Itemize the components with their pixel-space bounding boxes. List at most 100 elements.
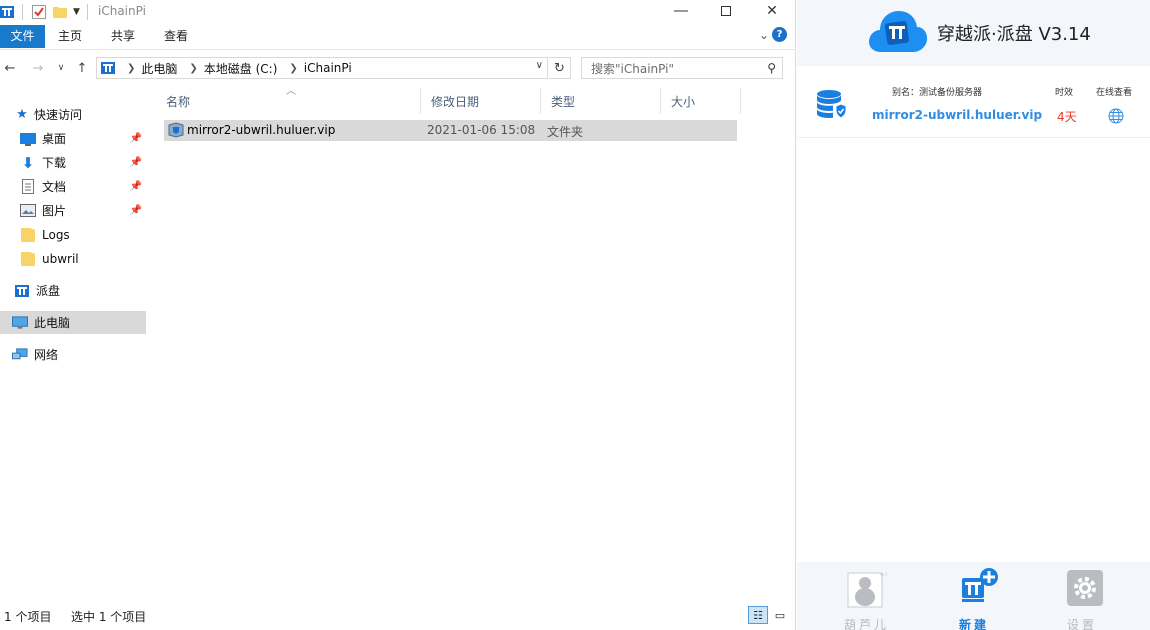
minimize-button[interactable]: ―: [658, 0, 704, 22]
column-header-modified[interactable]: 修改日期: [421, 88, 541, 114]
folder-icon: [53, 7, 67, 18]
status-item-count: 1 个项目: [4, 610, 52, 624]
details-view-icon: ☷: [753, 608, 763, 622]
pin-icon[interactable]: 📌: [130, 205, 142, 216]
breadcrumb-separator-icon: ❯: [189, 62, 198, 74]
server-name[interactable]: mirror2-ubwril.huluer.vip: [872, 108, 1042, 122]
maximize-icon: [721, 6, 731, 16]
refresh-button[interactable]: ↻: [549, 57, 571, 79]
address-dropdown-icon[interactable]: ∨: [536, 60, 543, 71]
nav-item-desktop[interactable]: 桌面 📌: [0, 127, 146, 150]
maximize-button[interactable]: [703, 0, 749, 22]
pin-icon[interactable]: 📌: [130, 133, 142, 144]
back-arrow-icon: ←: [4, 60, 16, 76]
new-folder-qat-button[interactable]: [53, 3, 67, 21]
breadcrumb-ichainpi[interactable]: iChainPi: [304, 61, 352, 75]
settings-nav-button[interactable]: 设置: [1065, 570, 1109, 630]
address-bar[interactable]: ❯ 此电脑 ❯ 本地磁盘 (C:) ❯ iChainPi ∨: [96, 57, 548, 79]
globe-icon[interactable]: [1108, 108, 1124, 124]
document-icon: [20, 179, 36, 195]
search-icon: ⚲: [767, 61, 776, 75]
picture-icon: [20, 203, 36, 219]
nav-paipan[interactable]: 派盘: [0, 279, 146, 302]
paipan-app-icon: [0, 6, 14, 18]
qat-divider: [87, 4, 88, 20]
large-icons-view-button[interactable]: ▭: [770, 606, 790, 624]
panel-bottom-nav: +® 葫芦儿 新建 设置: [797, 562, 1150, 630]
forward-button[interactable]: →: [28, 58, 48, 78]
nav-quick-access-label: 快速访问: [34, 108, 83, 122]
ribbon-tabs: 文件 主页 共享 查看 ⌄ ?: [0, 24, 796, 50]
qat-divider: [22, 4, 23, 20]
new-nav-label: 新建: [959, 618, 990, 630]
window-title: iChainPi: [98, 4, 146, 18]
gourd-icon: +®: [847, 571, 887, 608]
server-alias-label: 别名：测试备份服务器: [892, 88, 983, 98]
tab-view[interactable]: 查看: [156, 25, 196, 48]
column-header-type[interactable]: 类型: [541, 88, 661, 114]
online-view-header: 在线查看: [1096, 88, 1133, 98]
file-name: mirror2-ubwril.huluer.vip: [187, 123, 336, 137]
pin-icon[interactable]: 📌: [130, 181, 142, 192]
nav-item-label: 图片: [42, 204, 67, 218]
desktop-icon: [20, 131, 36, 147]
forward-arrow-icon: →: [32, 60, 44, 76]
breadcrumb-this-pc[interactable]: 此电脑: [141, 60, 177, 77]
nav-quick-access[interactable]: ★ 快速访问: [14, 103, 146, 126]
details-view-button[interactable]: ☷: [748, 606, 768, 624]
tab-home[interactable]: 主页: [50, 25, 90, 48]
nav-this-pc[interactable]: 此电脑: [0, 311, 146, 334]
column-header-name[interactable]: 名称: [156, 88, 421, 114]
nav-network[interactable]: 网络: [0, 343, 146, 366]
breadcrumb-separator-icon: ❯: [127, 62, 136, 74]
download-icon: ⬇: [21, 153, 35, 172]
status-bar: 1 个项目 选中 1 个项目 ☷ ▭: [0, 604, 796, 626]
close-button[interactable]: ✕: [749, 0, 795, 22]
database-icon: [817, 90, 847, 119]
search-input[interactable]: 搜索"iChainPi" ⚲: [581, 57, 783, 79]
qat-dropdown-icon[interactable]: ▼: [73, 3, 80, 21]
address-row: ← → ∨ ↑ ❯ 此电脑 ❯ 本地磁盘 (C:) ❯ iChainPi ∨ ↻…: [0, 54, 796, 82]
up-arrow-icon: ↑: [76, 60, 88, 76]
app-icon[interactable]: [0, 3, 14, 21]
up-button[interactable]: ↑: [72, 58, 92, 78]
navigation-pane: ★ 快速访问 桌面 📌 ⬇ 下载 📌 文档 📌 图片 📌 Logs ubwril…: [0, 90, 146, 600]
large-icons-view-icon: ▭: [774, 608, 786, 622]
nav-item-pictures[interactable]: 图片 📌: [0, 199, 146, 222]
tab-share[interactable]: 共享: [103, 25, 143, 48]
recent-locations-button[interactable]: ∨: [51, 58, 71, 78]
properties-check-icon: [32, 5, 46, 19]
nav-item-label: Logs: [42, 227, 70, 242]
pin-icon[interactable]: 📌: [130, 157, 142, 168]
paipan-small-icon: [101, 62, 115, 74]
properties-button[interactable]: [32, 3, 46, 21]
help-icon[interactable]: ?: [772, 27, 787, 42]
server-list-item[interactable]: 别名：测试备份服务器 时效 在线查看 mirror2-ubwril.huluer…: [797, 78, 1150, 138]
nav-item-label: 文档: [42, 180, 67, 194]
back-button[interactable]: ←: [0, 58, 20, 78]
computer-icon: [12, 315, 28, 331]
title-bar: ▼ iChainPi ― ✕: [0, 0, 796, 24]
folder-icon: [20, 251, 36, 267]
hulu-nav-label: 葫芦儿: [844, 618, 890, 630]
svg-text:+®: +®: [879, 571, 887, 579]
new-nav-button[interactable]: 新建: [955, 568, 1005, 630]
validity-header: 时效: [1055, 88, 1074, 98]
server-days-remaining: 4天: [1057, 110, 1077, 124]
nav-item-downloads[interactable]: ⬇ 下载 📌: [0, 151, 146, 174]
minimize-icon: ―: [674, 3, 688, 19]
folder-shield-icon: [168, 122, 184, 141]
star-icon: ★: [16, 107, 28, 122]
nav-paipan-label: 派盘: [36, 284, 61, 298]
nav-item-documents[interactable]: 文档 📌: [0, 175, 146, 198]
nav-item-label: 下载: [42, 156, 67, 170]
nav-item-logs[interactable]: Logs: [0, 223, 146, 246]
hulu-nav-button[interactable]: +® 葫芦儿: [837, 570, 895, 630]
breadcrumb-local-disk[interactable]: 本地磁盘 (C:): [204, 60, 278, 77]
column-header-size[interactable]: 大小: [661, 88, 741, 114]
tab-file[interactable]: 文件: [0, 25, 45, 48]
nav-item-ubwril[interactable]: ubwril: [0, 247, 146, 270]
search-placeholder: 搜索"iChainPi": [591, 61, 674, 76]
breadcrumb-separator-icon: ❯: [289, 62, 298, 74]
table-row[interactable]: mirror2-ubwril.huluer.vip 2021-01-06 15:…: [164, 120, 737, 141]
